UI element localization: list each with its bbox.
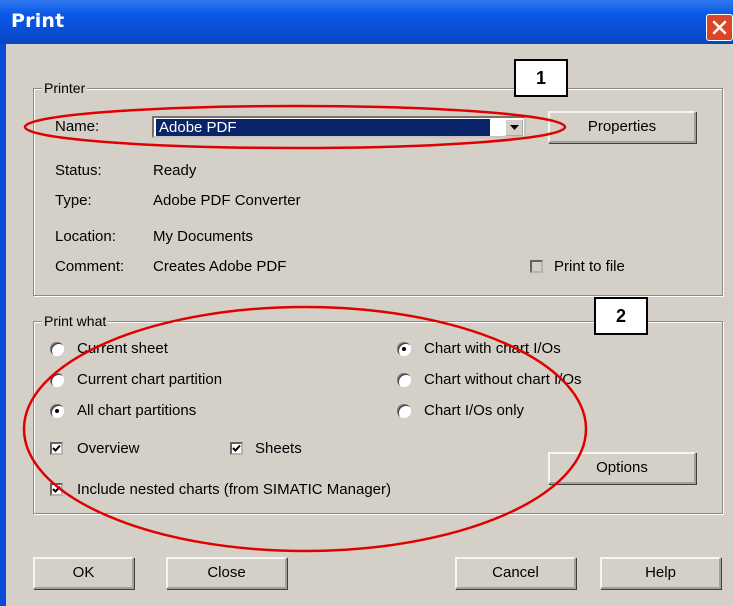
print-dialog: Print Printer Name: Adobe PDF Properties… [0,0,733,606]
annotation-callout-2: 2 [594,297,648,335]
annotation-ellipse-1 [23,104,567,150]
annotation-ellipse-2 [22,305,588,553]
annotation-callout-1: 1 [514,59,568,97]
